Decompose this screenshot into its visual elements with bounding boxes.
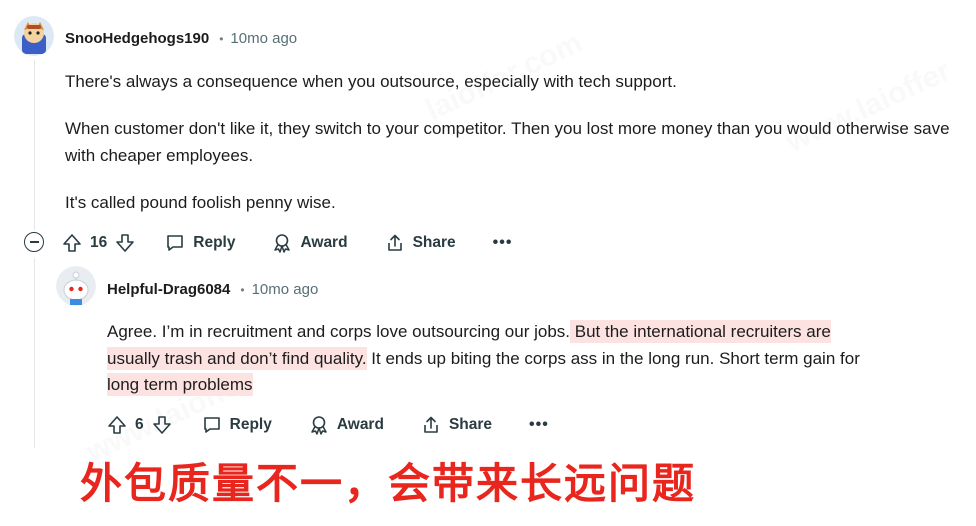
downvote-icon[interactable] [152, 415, 172, 435]
award-button[interactable]: Award [309, 415, 384, 435]
award-label: Award [300, 234, 348, 251]
username[interactable]: SnooHedgehogs190 [65, 30, 209, 47]
comment-text: Agree. I’m in recruitment and corps love… [107, 322, 571, 341]
comment-actions: 16 Reply Award Share ••• [62, 230, 512, 256]
vote-count: 16 [90, 234, 108, 251]
share-icon [387, 234, 402, 251]
share-label: Share [412, 234, 456, 251]
timestamp[interactable]: 10mo ago [252, 281, 319, 298]
avatar[interactable] [14, 16, 54, 56]
comment-meta: SnooHedgehogs190 • 10mo ago [65, 30, 297, 47]
comment-icon [167, 235, 184, 251]
highlighted-text: But the international recruiters are [570, 320, 831, 343]
share-label: Share [448, 416, 493, 433]
vote-count: 6 [135, 416, 144, 433]
reply-button[interactable]: Reply [202, 415, 272, 435]
thread-line [34, 60, 35, 230]
reply-label: Reply [229, 416, 272, 433]
comment-actions: 6 Reply Award Share ••• [107, 412, 549, 438]
share-icon [424, 416, 438, 433]
award-label: Award [336, 416, 384, 433]
reply-button[interactable]: Reply [165, 233, 235, 253]
share-button[interactable]: Share [421, 415, 492, 435]
collapse-thread-button[interactable] [24, 232, 44, 252]
comment-text: It ends up biting the corps ass in the l… [366, 348, 860, 368]
vote-group: 6 [107, 415, 172, 435]
comment-paragraph: It's called pound foolish penny wise. [65, 193, 336, 212]
downvote-icon[interactable] [115, 233, 135, 253]
share-button[interactable]: Share [385, 233, 456, 253]
award-button[interactable]: Award [272, 233, 348, 253]
comment-body: Agree. I’m in recruitment and corps love… [107, 319, 975, 399]
award-icon [274, 234, 291, 253]
more-options-button[interactable]: ••• [529, 416, 549, 434]
reply-label: Reply [193, 234, 236, 251]
comment-meta: Helpful-Drag6084 • 10mo ago [107, 281, 318, 298]
highlighted-text: long term problems [107, 373, 253, 396]
avatar[interactable] [56, 266, 96, 306]
thread-line [34, 258, 35, 448]
separator-dot: • [240, 282, 245, 297]
comment-icon [203, 417, 220, 433]
upvote-icon[interactable] [62, 233, 82, 253]
more-options-button[interactable]: ••• [493, 234, 513, 252]
upvote-icon[interactable] [107, 415, 127, 435]
vote-group: 16 [62, 233, 135, 253]
timestamp[interactable]: 10mo ago [230, 30, 297, 47]
comment-paragraph: When customer don't like it, they switch… [65, 119, 950, 165]
caption-annotation: 外包质量不一，会带来长远问题 [80, 459, 697, 508]
username[interactable]: Helpful-Drag6084 [107, 281, 230, 298]
separator-dot: • [219, 31, 224, 46]
highlighted-text: usually trash and don’t find quality. [107, 346, 367, 370]
award-icon [311, 416, 327, 435]
comment-paragraph: There's always a consequence when you ou… [65, 72, 677, 91]
